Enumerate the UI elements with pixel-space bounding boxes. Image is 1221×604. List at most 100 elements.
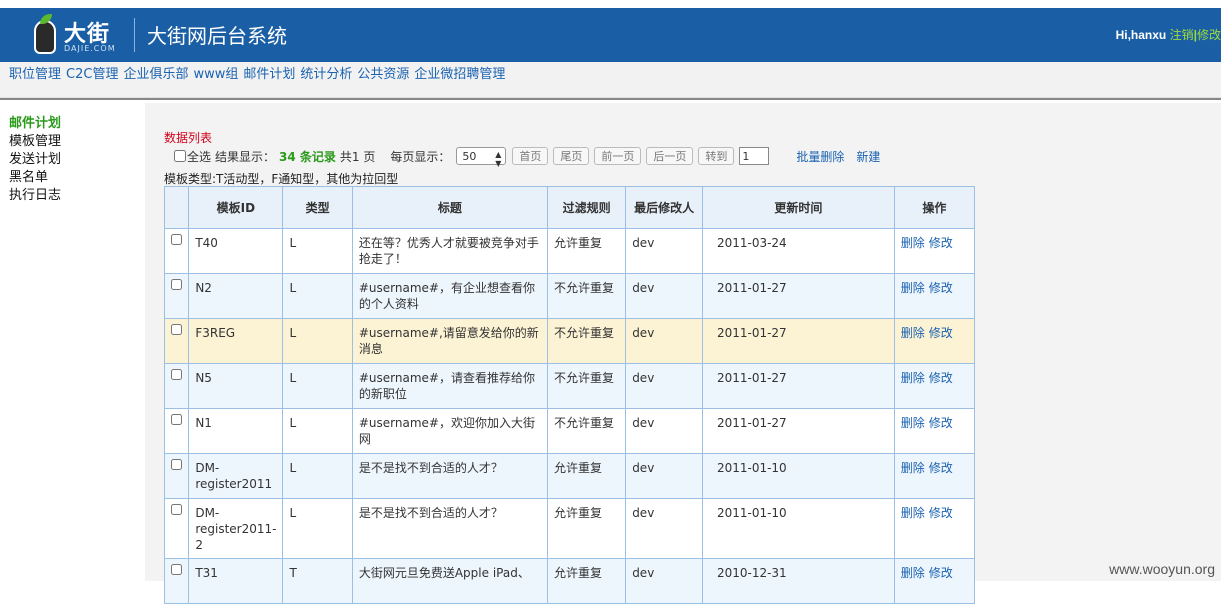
update-time-cell: 2010-12-31 <box>701 558 895 604</box>
goto-button[interactable]: 转到 <box>698 147 735 165</box>
per-page-select[interactable]: 50 ▲ ▼ <box>456 147 507 168</box>
title-cell: 大街网元旦免费送Apple iPad、 <box>351 558 549 604</box>
modifier-cell: dev <box>625 498 703 559</box>
update-time-cell: 2011-01-10 <box>701 453 895 499</box>
filter-rule-cell: 不允许重复 <box>547 408 627 454</box>
template-id-cell: N2 <box>188 273 284 319</box>
row-checkbox-cell <box>163 453 190 499</box>
sidebar-section-title[interactable]: 邮件计划 <box>9 115 145 133</box>
sidebar-item[interactable]: 发送计划 <box>9 151 145 169</box>
row-checkbox-cell <box>163 273 190 319</box>
nav-item[interactable]: 企业微招聘管理 <box>414 63 505 82</box>
actions-cell: 删除 修改 <box>893 408 976 454</box>
page-count: 共1 页 <box>339 149 376 164</box>
modifier-cell: dev <box>625 558 703 604</box>
logout-link[interactable]: 注销 <box>1170 28 1194 42</box>
edit-link[interactable]: 修改 <box>929 566 953 580</box>
row-checkbox[interactable] <box>171 279 183 290</box>
per-page-value: 50 <box>462 149 477 163</box>
nav-divider <box>0 98 1221 100</box>
system-title: 大街网后台系统 <box>147 24 287 48</box>
dajie-logo[interactable]: 大街 DAJIE.COM <box>30 12 122 58</box>
row-checkbox[interactable] <box>171 564 183 575</box>
type-cell: L <box>282 408 353 454</box>
row-checkbox[interactable] <box>171 459 183 470</box>
result-label: 结果显示： <box>215 149 276 164</box>
delete-link[interactable]: 删除 <box>901 566 925 580</box>
last-page-button[interactable]: 尾页 <box>553 147 590 165</box>
row-checkbox[interactable] <box>171 414 183 425</box>
update-time-cell: 2011-03-24 <box>701 228 895 274</box>
nav-item[interactable]: www组 <box>193 63 238 82</box>
nav-item[interactable]: 职位管理 <box>9 63 61 82</box>
goto-page-input[interactable]: 1 <box>739 147 770 165</box>
logo-mascot-icon <box>34 20 56 54</box>
select-all-checkbox[interactable] <box>174 150 186 162</box>
header-divider <box>134 18 135 52</box>
batch-delete-link[interactable]: 批量删除 <box>796 148 844 165</box>
template-type-note: 模板类型:T活动型，F通知型，其他为拉回型 <box>164 172 399 186</box>
actions-cell: 删除 修改 <box>893 558 976 604</box>
per-page-label: 每页显示： <box>390 149 451 164</box>
delete-link[interactable]: 删除 <box>901 416 925 430</box>
edit-link[interactable]: 修改 <box>929 326 953 340</box>
header-checkbox-col <box>163 186 190 229</box>
next-page-button[interactable]: 后一页 <box>646 147 694 165</box>
edit-link[interactable]: 修改 <box>929 506 953 520</box>
update-time-cell: 2011-01-10 <box>701 498 895 559</box>
table-row: T31 T 大街网元旦免费送Apple iPad、 允许重复 dev 2010-12-31… <box>163 558 976 604</box>
edit-link[interactable]: 修改 <box>929 371 953 385</box>
edit-link[interactable]: 修改 <box>929 236 953 250</box>
title-cell: #username#，有企业想查看你的个人资料 <box>351 273 549 319</box>
update-time-cell: 2011-01-27 <box>701 363 895 409</box>
nav-item[interactable]: 企业俱乐部 <box>123 63 188 82</box>
table-row: T40 L 还在等？优秀人才就要被竞争对手抢走了！ 允许重复 dev 2011-03-24… <box>163 228 976 274</box>
delete-link[interactable]: 删除 <box>901 461 925 475</box>
user-area: Hi,hanxu 注销|修改 <box>1116 26 1221 43</box>
edit-link[interactable]: 修改 <box>929 416 953 430</box>
actions-cell: 删除 修改 <box>893 228 976 274</box>
filter-rule-cell: 允许重复 <box>547 453 627 499</box>
delete-link[interactable]: 删除 <box>901 281 925 295</box>
edit-link[interactable]: 修改 <box>929 461 953 475</box>
sidebar-item[interactable]: 模板管理 <box>9 133 145 151</box>
row-checkbox-cell <box>163 408 190 454</box>
actions-cell: 删除 修改 <box>893 453 976 499</box>
type-cell: L <box>282 453 353 499</box>
filter-rule-cell: 允许重复 <box>547 498 627 559</box>
delete-link[interactable]: 删除 <box>901 326 925 340</box>
row-checkbox[interactable] <box>171 504 183 515</box>
edit-link[interactable]: 修改 <box>929 281 953 295</box>
table-row: F3REG L #username#,请留意发给你的新消息 不允许重复 dev 2011-… <box>163 318 976 364</box>
modifier-cell: dev <box>625 363 703 409</box>
nav-item[interactable]: 公共资源 <box>357 63 409 82</box>
row-checkbox[interactable] <box>171 324 183 335</box>
logo-subtext: DAJIE.COM <box>64 44 116 53</box>
filter-rule-cell: 允许重复 <box>547 558 627 604</box>
type-cell: L <box>282 228 353 274</box>
prev-page-button[interactable]: 前一页 <box>594 147 642 165</box>
title-cell: 是不是找不到合适的人才？ <box>351 498 549 559</box>
modify-link[interactable]: 修改 <box>1197 28 1221 42</box>
modifier-cell: dev <box>625 273 703 319</box>
list-toolbar: 全选 结果显示： 34 条记录 共1 页 每页显示： 50 ▲ ▼ 首页 尾页 前… <box>174 146 880 168</box>
top-header: 大街 DAJIE.COM 大街网后台系统 Hi,hanxu 注销|修改 <box>0 8 1221 62</box>
delete-link[interactable]: 删除 <box>901 236 925 250</box>
nav-item[interactable]: 统计分析 <box>300 63 352 82</box>
sidebar-item[interactable]: 黑名单 <box>9 169 145 187</box>
row-checkbox[interactable] <box>171 234 183 245</box>
modifier-cell: dev <box>625 453 703 499</box>
nav-item[interactable]: 邮件计划 <box>243 63 295 82</box>
header-cell: 操作 <box>893 186 976 229</box>
filter-rule-cell: 不允许重复 <box>547 318 627 364</box>
create-link[interactable]: 新建 <box>856 148 880 165</box>
table-header-row: 模板ID 类型 标题 过滤规则 最后修改人 更新时间 操作 <box>163 186 976 229</box>
row-checkbox[interactable] <box>171 369 183 380</box>
title-cell: #username#,请留意发给你的新消息 <box>351 318 549 364</box>
header-cell: 更新时间 <box>701 186 895 229</box>
delete-link[interactable]: 删除 <box>901 371 925 385</box>
delete-link[interactable]: 删除 <box>901 506 925 520</box>
first-page-button[interactable]: 首页 <box>512 147 549 165</box>
nav-item[interactable]: C2C管理 <box>66 63 118 82</box>
sidebar-item[interactable]: 执行日志 <box>9 187 145 205</box>
